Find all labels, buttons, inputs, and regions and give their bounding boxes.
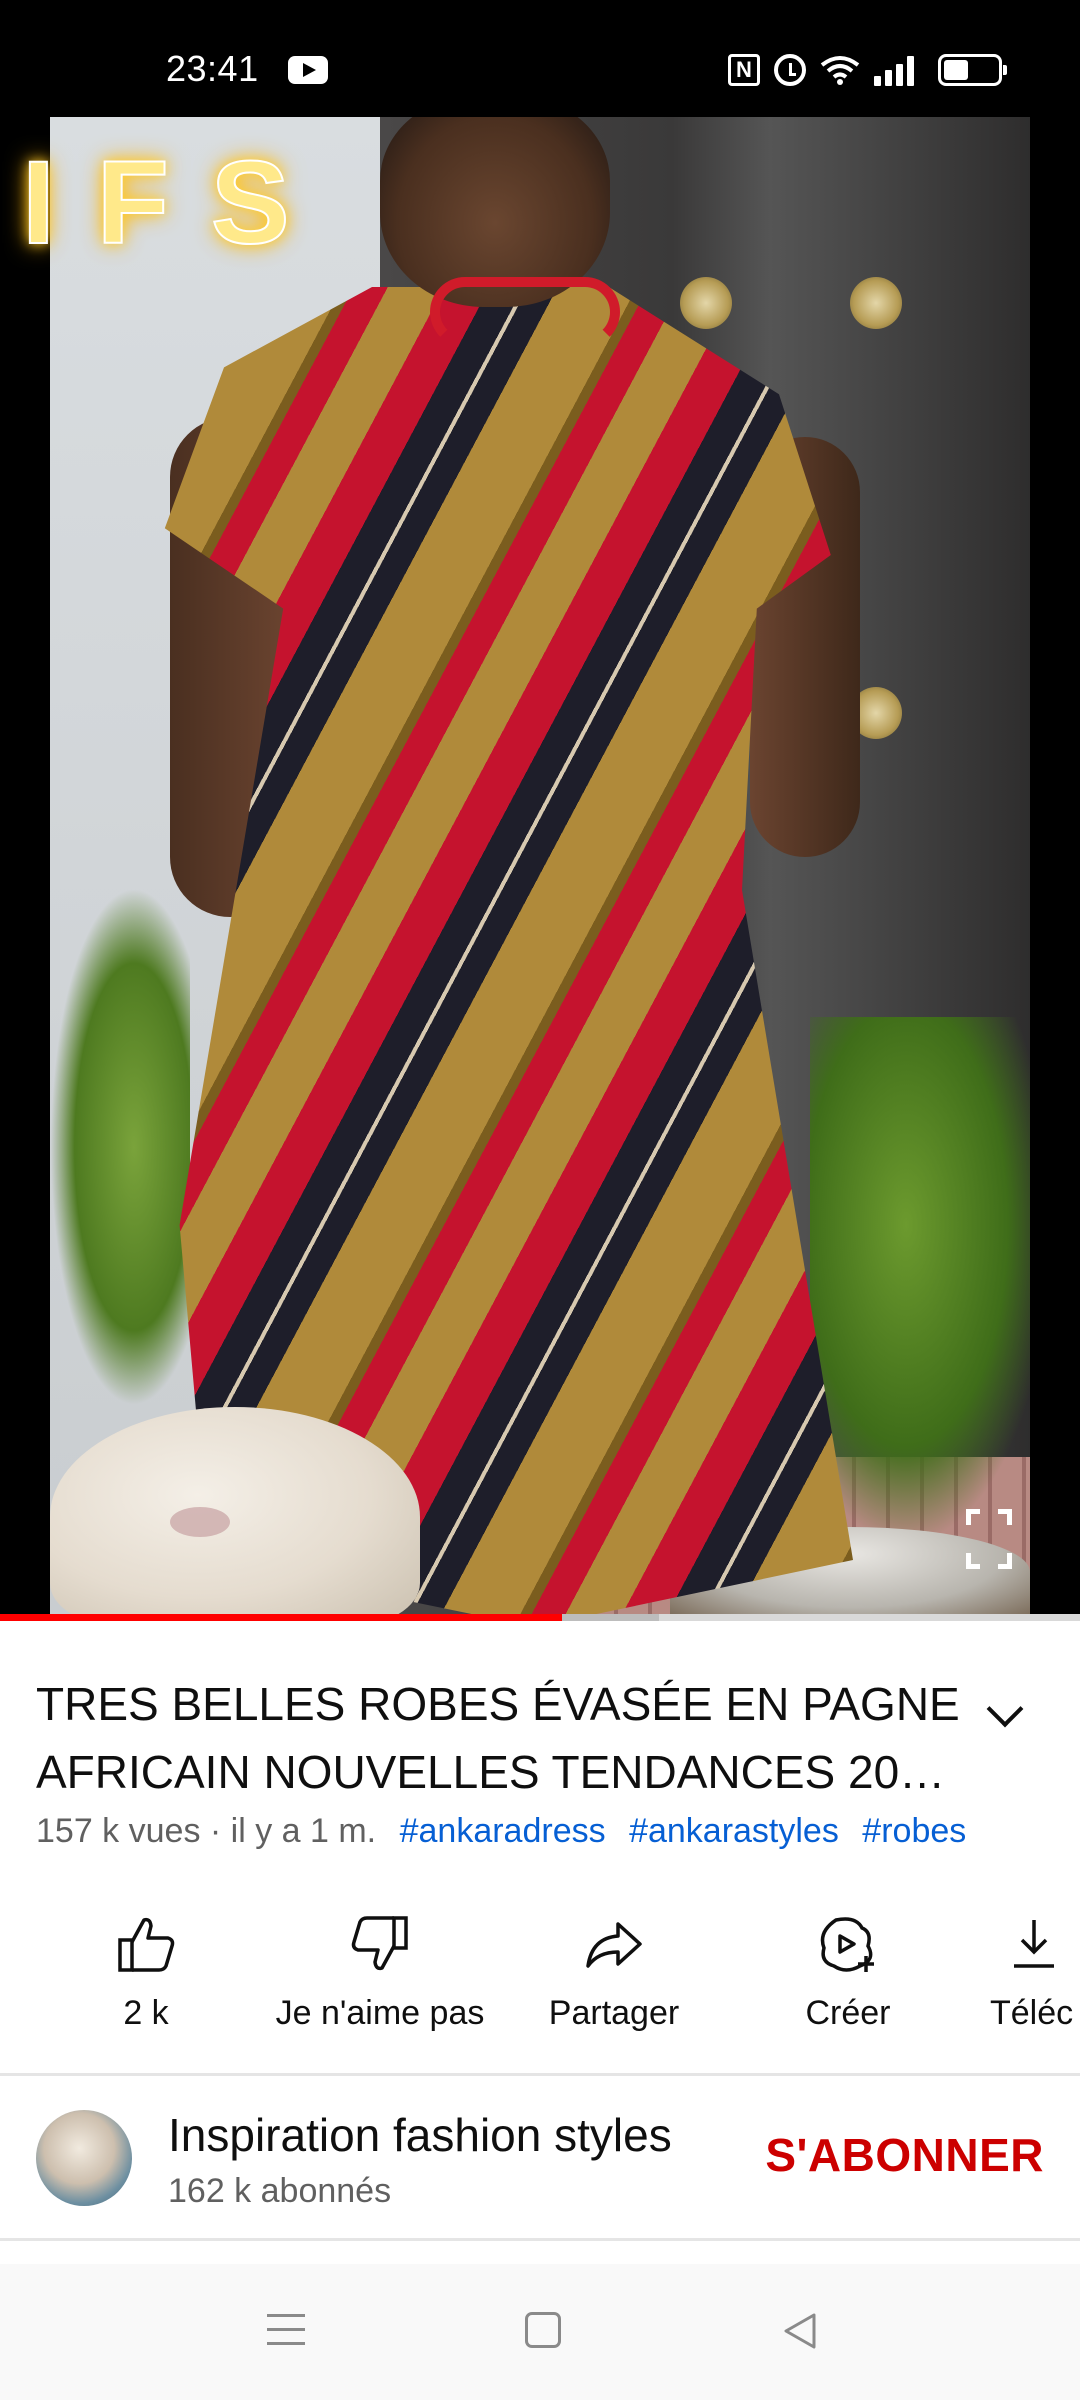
hashtag-link[interactable]: #ankaradress xyxy=(400,1812,606,1850)
download-label: Téléc xyxy=(990,1994,1074,2032)
back-icon[interactable] xyxy=(782,2312,818,2350)
status-icons: N xyxy=(728,50,1007,90)
plant xyxy=(50,887,190,1407)
dislike-label: Je n'aime pas xyxy=(275,1994,485,2032)
share-button[interactable]: Partager xyxy=(494,1900,734,2050)
progress-bar[interactable] xyxy=(0,1614,1080,1621)
status-bar: 23:41 N xyxy=(0,0,1080,117)
progress-buffer xyxy=(561,1614,659,1621)
dog-tongue xyxy=(170,1507,230,1537)
divider xyxy=(0,2238,1080,2241)
youtube-icon xyxy=(288,56,328,84)
battery-icon xyxy=(938,54,1007,86)
create-button[interactable]: Créer xyxy=(728,1900,968,2050)
signal-icon xyxy=(874,54,920,86)
alarm-icon xyxy=(774,54,806,86)
subscriber-count: 162 k abonnés xyxy=(168,2172,392,2210)
video-title[interactable]: TRES BELLES ROBES ÉVASÉE EN PAGNE AFRICA… xyxy=(36,1670,966,1806)
video-player[interactable]: IFS xyxy=(0,117,1080,1614)
share-label: Partager xyxy=(548,1994,680,2032)
action-row: 2 k Je n'aime pas Partager Créer Téléc xyxy=(0,1900,1080,2050)
progress-played xyxy=(0,1614,562,1621)
download-icon xyxy=(1014,1920,1054,1968)
dress-collar xyxy=(430,277,620,347)
door-knob xyxy=(850,277,902,329)
video-frame[interactable] xyxy=(50,117,1030,1614)
share-icon xyxy=(586,1922,642,1968)
fullscreen-icon[interactable] xyxy=(966,1509,1012,1569)
nfc-icon: N xyxy=(728,54,760,86)
view-count: 157 k vues · il y a 1 m. xyxy=(36,1812,377,1850)
chevron-down-icon[interactable] xyxy=(984,1690,1028,1734)
thumbs-up-icon xyxy=(118,1917,175,1972)
video-meta[interactable]: 157 k vues · il y a 1 m. #ankaradress #a… xyxy=(36,1812,966,1851)
channel-name[interactable]: Inspiration fashion styles xyxy=(168,2108,672,2162)
wifi-icon xyxy=(820,56,860,85)
download-button[interactable]: Téléc xyxy=(962,1900,1080,2050)
dog xyxy=(50,1407,420,1614)
menu-icon[interactable] xyxy=(267,2314,305,2348)
hashtag-link[interactable]: #ankarastyles xyxy=(629,1812,839,1850)
channel-row[interactable]: Inspiration fashion styles 162 k abonnés… xyxy=(0,2078,1080,2238)
thumbs-down-icon xyxy=(351,1916,408,1971)
subscribe-button[interactable]: S'ABONNER xyxy=(765,2128,1044,2182)
status-time: 23:41 xyxy=(166,48,259,89)
dislike-button[interactable]: Je n'aime pas xyxy=(260,1900,500,2050)
divider xyxy=(0,2073,1080,2076)
video-watermark: IFS xyxy=(21,136,332,270)
door-knob xyxy=(680,277,732,329)
system-nav-bar xyxy=(0,2264,1080,2400)
hashtag-link[interactable]: #robes xyxy=(862,1812,966,1850)
like-button[interactable]: 2 k xyxy=(26,1900,266,2050)
home-icon[interactable] xyxy=(525,2312,561,2348)
create-icon xyxy=(820,1917,874,1972)
create-label: Créer xyxy=(805,1994,891,2032)
avatar[interactable] xyxy=(36,2110,132,2206)
plant xyxy=(810,1017,1030,1537)
like-count: 2 k xyxy=(123,1994,169,2032)
